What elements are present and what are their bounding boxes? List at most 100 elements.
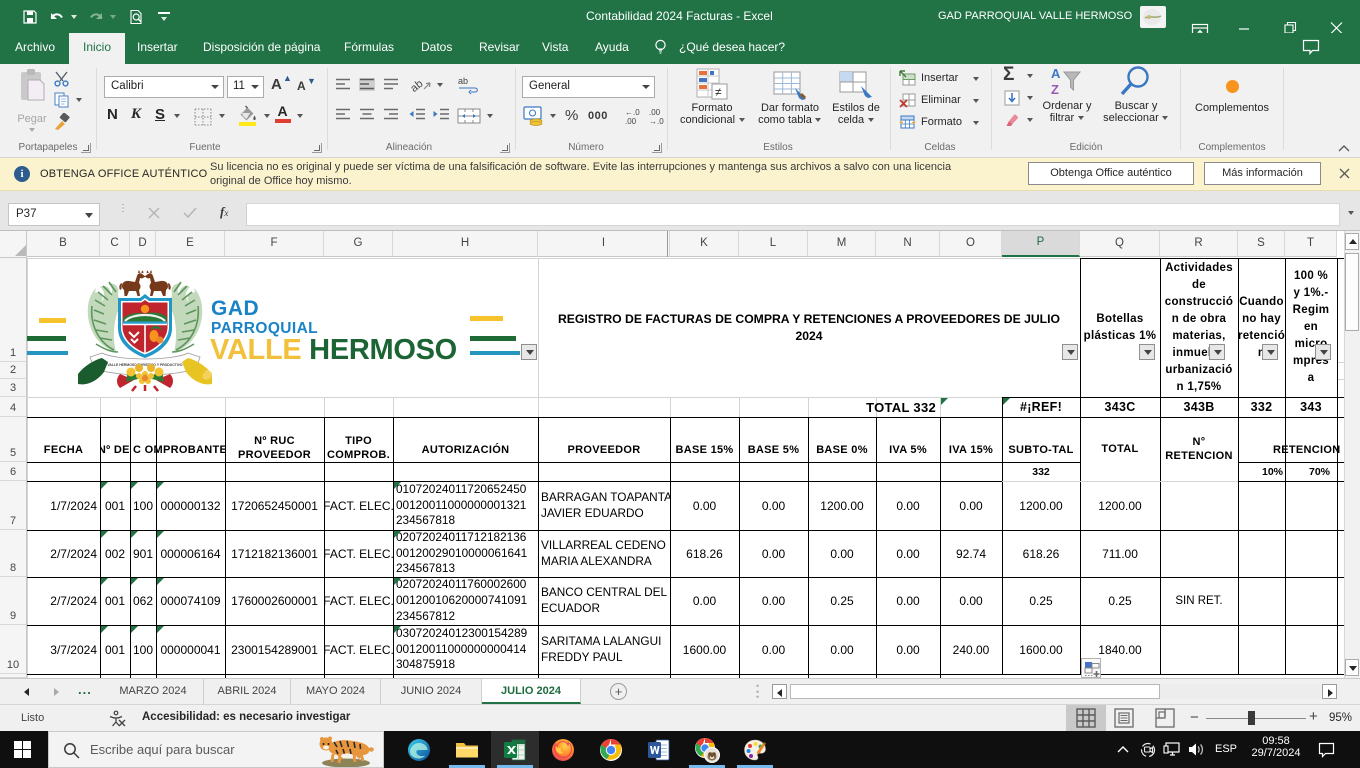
column-header-O[interactable]: O [940, 231, 1002, 257]
namebox-splitter[interactable]: ⋮ [118, 206, 121, 223]
shrink-font-button[interactable]: A▼ [297, 79, 306, 93]
sheet-tab-marzo-2024[interactable]: MARZO 2024 [103, 679, 204, 704]
merge-center-button[interactable] [457, 108, 481, 124]
accounting-format-button[interactable] [523, 106, 545, 126]
column-header-I[interactable]: I [538, 231, 670, 257]
cell-K10[interactable]: 1600.00 [670, 625, 739, 674]
cell-Q4[interactable]: 343C [1080, 397, 1160, 417]
save-icon[interactable] [22, 9, 38, 25]
cell-Q9[interactable]: 0.25 [1080, 577, 1160, 625]
column-header-L[interactable]: L [739, 231, 808, 257]
column-header-P[interactable]: P [1002, 231, 1080, 257]
cell-F8[interactable]: 1712182136001 [225, 530, 324, 577]
tray-network-icon[interactable] [1163, 742, 1180, 757]
cell-L9[interactable]: 0.00 [739, 577, 808, 625]
filter-S1-dropdown[interactable] [1262, 344, 1278, 360]
accessibility-status[interactable]: Accesibilidad: es necesario investigar [142, 711, 350, 723]
vscroll-thumb[interactable] [1345, 253, 1359, 331]
fuente-dialog-launcher[interactable] [312, 143, 322, 153]
zoom-out-button[interactable]: − [1190, 709, 1199, 726]
format-as-table-button[interactable]: Dar formato como tabla [752, 68, 828, 140]
cell-H8[interactable]: 0207202401171218213600120029010000061641… [393, 530, 538, 577]
insert-cells-label[interactable]: Insertar [921, 72, 958, 84]
filter-T1-dropdown[interactable] [1315, 344, 1331, 360]
taskbar-icon-chrome[interactable] [587, 731, 635, 768]
align-bottom-button[interactable] [383, 78, 399, 91]
delete-cells-label[interactable]: Eliminar [921, 94, 961, 106]
cell-K9[interactable]: 0.00 [670, 577, 739, 625]
cell-L5-header[interactable]: BASE 5% [739, 417, 808, 462]
clear-chevron-icon[interactable] [1026, 118, 1033, 123]
tab-inicio-active[interactable]: Inicio [69, 33, 125, 64]
cell-N7[interactable]: 0.00 [876, 481, 940, 530]
copy-chevron-icon[interactable] [75, 98, 82, 103]
column-header-B[interactable]: B [27, 231, 100, 257]
delete-cells-icon[interactable] [899, 92, 916, 108]
tray-language[interactable]: ESP [1215, 743, 1237, 755]
taskbar-icon-file-explorer[interactable] [443, 731, 491, 768]
cell-M8[interactable]: 0.00 [808, 530, 876, 577]
tab-ayuda[interactable]: Ayuda [595, 40, 629, 54]
cell-M7[interactable]: 1200.00 [808, 481, 876, 530]
cell-I8[interactable]: VILLARREAL CEDENOMARIA ALEXANDRA [538, 530, 670, 577]
tab-revisar[interactable]: Revisar [479, 40, 520, 54]
underline-button[interactable]: S [155, 106, 165, 123]
alineacion-dialog-launcher[interactable] [500, 143, 510, 153]
cut-icon[interactable] [53, 71, 70, 87]
get-office-button[interactable]: Obtenga Office auténtico [1028, 162, 1194, 185]
cell-I5-header[interactable]: PROVEEDOR [538, 417, 670, 462]
wrap-text-button[interactable]: ab [458, 75, 480, 95]
fill-chevron-icon[interactable] [1026, 96, 1033, 101]
cell-E10[interactable]: 000000041 [156, 625, 225, 674]
cell-N4-total[interactable]: TOTAL 332 [808, 397, 940, 417]
cell-P6[interactable]: 332 [1002, 462, 1080, 481]
cell-O5-header[interactable]: IVA 15% [940, 417, 1002, 462]
cell-Q5-header[interactable]: TOTAL [1080, 417, 1160, 481]
account-avatar[interactable] [1140, 6, 1166, 28]
cell-I7[interactable]: BARRAGAN TOAPANTAJAVIER EDUARDO [538, 481, 670, 530]
cell-P5-header[interactable]: SUBTO-TAL [1002, 417, 1080, 462]
cell-S1-header[interactable]: Cuandono hayretención [1238, 258, 1285, 397]
cell-S4[interactable]: 332 [1238, 397, 1285, 417]
underline-chevron-icon[interactable] [173, 114, 180, 119]
zoom-in-button[interactable]: + [1309, 708, 1318, 725]
cell-L10[interactable]: 0.00 [739, 625, 808, 674]
customize-qat-chevron-icon[interactable] [160, 17, 167, 22]
delete-chevron-icon[interactable] [972, 99, 979, 104]
align-right-button[interactable] [383, 108, 399, 121]
cell-P7[interactable]: 1200.00 [1002, 481, 1080, 530]
cell-O8[interactable]: 92.74 [940, 530, 1002, 577]
orientation-chevron-icon[interactable] [436, 83, 443, 88]
zoom-level[interactable]: 95% [1329, 712, 1352, 724]
formula-input[interactable] [247, 203, 1340, 226]
cell-K7[interactable]: 0.00 [670, 481, 739, 530]
paste-options-button[interactable] [1081, 658, 1101, 678]
tell-me-search[interactable]: ¿Qué desea hacer? [679, 40, 785, 54]
taskbar-icon-excel[interactable] [491, 731, 539, 768]
column-header-N[interactable]: N [876, 231, 940, 257]
insert-function-icon[interactable]: fx [220, 204, 228, 220]
view-normal-button[interactable] [1066, 705, 1106, 731]
cell-P4-ref[interactable]: #¡REF! [1002, 397, 1080, 417]
view-page-break-button[interactable] [1155, 708, 1175, 728]
cell-M9[interactable]: 0.25 [808, 577, 876, 625]
taskbar-icon-edge[interactable] [395, 731, 443, 768]
cell-B10[interactable]: 3/7/2024 [27, 625, 100, 674]
increase-indent-button[interactable] [432, 108, 450, 121]
zoom-slider-thumb[interactable] [1248, 711, 1255, 725]
cell-Q1-header[interactable]: Botellasplásticas 1% [1080, 258, 1160, 397]
more-info-button[interactable]: Más información [1204, 162, 1321, 185]
taskbar-icon-firefox[interactable] [539, 731, 587, 768]
tell-me-lightbulb-icon[interactable] [653, 38, 668, 58]
sheet-tab-junio-2024[interactable]: JUNIO 2024 [381, 679, 482, 704]
italic-button[interactable]: K [131, 106, 141, 123]
comma-style-button[interactable]: 000 [588, 110, 608, 122]
decrease-decimal-button[interactable]: .00 →.0 [647, 107, 667, 125]
align-top-button[interactable] [335, 78, 351, 91]
cell-F10[interactable]: 2300154289001 [225, 625, 324, 674]
cell-S5-header[interactable]: RETENCION IV [1238, 417, 1344, 462]
vscroll-up-button[interactable] [1345, 233, 1359, 250]
cell-O10[interactable]: 240.00 [940, 625, 1002, 674]
expand-formula-bar-icon[interactable] [1347, 211, 1354, 216]
cell-N5-header[interactable]: IVA 5% [876, 417, 940, 462]
